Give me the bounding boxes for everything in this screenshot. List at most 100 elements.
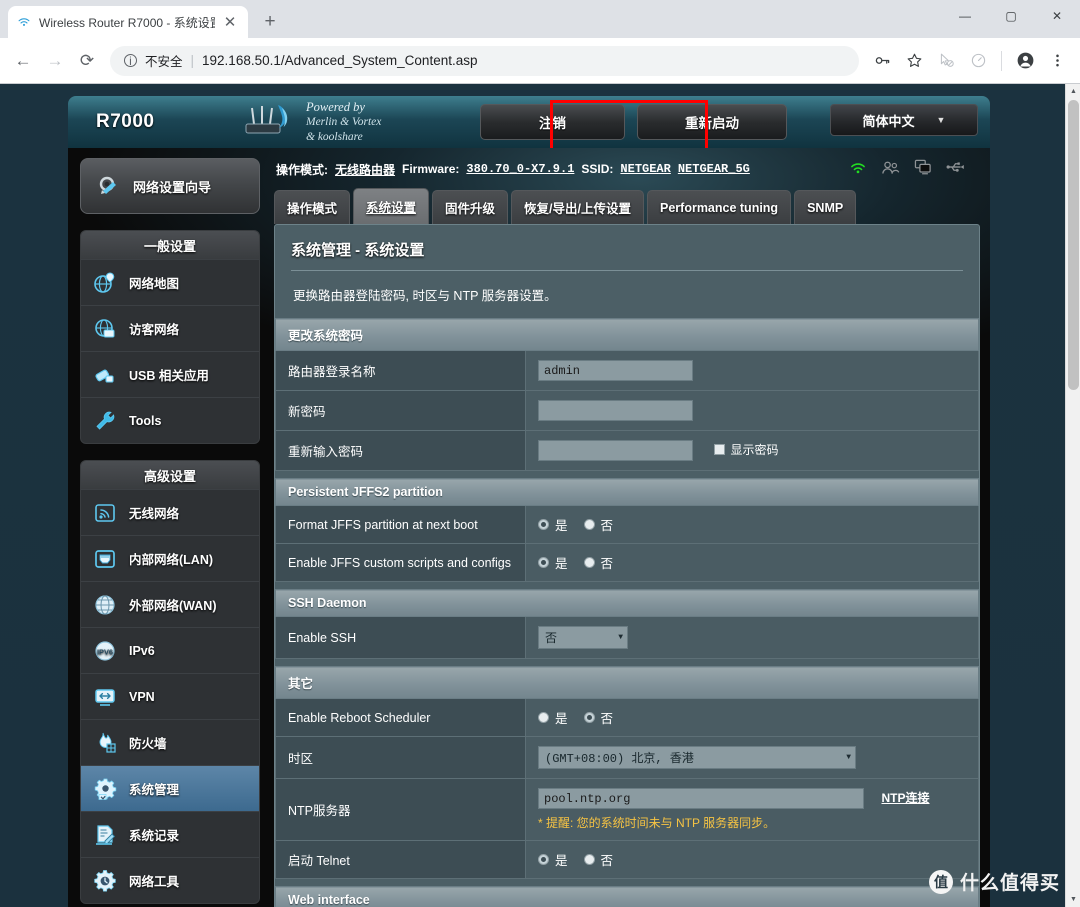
minimize-window-button[interactable]: — <box>942 0 988 32</box>
sidebar-item-label: 系统管理 <box>129 783 180 797</box>
sidebar-item-firewall[interactable]: 防火墙 <box>81 719 259 765</box>
browser-tab[interactable]: Wireless Router R7000 - 系统设置 ✕ <box>8 6 248 38</box>
tab-label: Performance tuning <box>660 200 779 215</box>
wizard-gear-icon <box>95 172 123 200</box>
three-dot-menu-icon[interactable] <box>1042 46 1072 76</box>
vertical-scrollbar[interactable]: ▲ ▼ <box>1065 84 1080 907</box>
close-tab-icon[interactable]: ✕ <box>222 15 238 30</box>
radio-no-label: 否 <box>600 519 614 533</box>
page-title: 系统管理 - 系统设置 <box>291 239 963 271</box>
wifi-signal-icon[interactable] <box>849 160 867 179</box>
tab-operation-mode[interactable]: 操作模式 <box>274 190 351 224</box>
new-password-input[interactable] <box>538 400 693 421</box>
sidebar-item-label: 防火墙 <box>129 737 167 751</box>
url-text: 192.168.50.1/Advanced_System_Content.asp <box>202 53 478 68</box>
reboot-button[interactable]: 重新启动 <box>637 104 787 140</box>
language-selector[interactable]: 简体中文 ▼ <box>830 104 978 136</box>
powered-line-2: Merlin & Vortex <box>306 116 382 129</box>
settings-panel: 系统管理 - 系统设置 更换路由器登陆密码, 时区与 NTP 服务器设置。 更改… <box>274 224 980 907</box>
row-label: 启动 Telnet <box>275 840 526 879</box>
scroll-up-arrow[interactable]: ▲ <box>1066 84 1080 99</box>
sidebar-item-label: 无线网络 <box>129 507 180 521</box>
ntp-connect-link[interactable]: NTP连接 <box>881 791 929 805</box>
scroll-down-arrow[interactable]: ▼ <box>1066 892 1080 907</box>
sidebar-item-ipv6[interactable]: IPV6 IPv6 <box>81 627 259 673</box>
radio-yes[interactable] <box>538 519 549 530</box>
router-login-name-input[interactable] <box>538 360 693 381</box>
ssid-5g-value[interactable]: NETGEAR_5G <box>678 162 750 176</box>
powered-by-block: Powered by Merlin & Vortex & koolshare <box>238 100 468 144</box>
sidebar-item-lan[interactable]: 内部网络(LAN) <box>81 535 259 581</box>
tab-restore-export-upload[interactable]: 恢复/导出/上传设置 <box>511 190 644 224</box>
radio-no[interactable] <box>583 519 595 530</box>
usb-icon[interactable] <box>946 160 966 178</box>
tab-firmware-upgrade[interactable]: 固件升级 <box>432 190 509 224</box>
sidebar-item-tools[interactable]: Tools <box>81 397 259 443</box>
tab-snmp[interactable]: SNMP <box>794 190 857 224</box>
users-icon[interactable] <box>881 160 900 179</box>
sidebar-group-general-title: 一般设置 <box>81 231 259 259</box>
radio-yes[interactable] <box>538 854 549 865</box>
firmware-version[interactable]: 380.70_0-X7.9.1 <box>466 162 574 176</box>
sidebar-item-usb-application[interactable]: USB 相关应用 <box>81 351 259 397</box>
sidebar-item-vpn[interactable]: VPN <box>81 673 259 719</box>
sidebar-item-system-log[interactable]: 系统记录 <box>81 811 259 857</box>
router-ui-frame: R7000 Powered by Merlin & Vortex & kools… <box>68 96 990 907</box>
tab-label: SNMP <box>807 200 844 215</box>
radio-yes[interactable] <box>538 557 549 568</box>
reload-button[interactable]: ⟳ <box>72 46 102 76</box>
tab-label: 系统设置 <box>366 201 417 215</box>
radio-no[interactable] <box>583 854 595 865</box>
wan-globe-icon <box>91 591 119 619</box>
key-icon[interactable] <box>867 46 897 76</box>
enable-telnet-radio-group[interactable]: 是 否 <box>538 850 966 869</box>
row-ntp-server: NTP服务器 NTP连接 * 提醒: 您的系统时间未与 NTP 服务器同步。 <box>275 778 979 841</box>
new-tab-button[interactable]: + <box>256 8 284 36</box>
retype-password-input[interactable] <box>538 440 693 461</box>
sidebar-item-network-map[interactable]: 网络地图 <box>81 259 259 305</box>
timezone-select[interactable]: (GMT+08:00) 北京, 香港 <box>538 746 856 769</box>
tab-system-settings[interactable]: 系统设置 <box>353 188 430 224</box>
close-window-button[interactable]: ✕ <box>1034 0 1080 32</box>
forward-button[interactable]: → <box>40 46 70 76</box>
show-password-checkbox[interactable] <box>714 443 726 455</box>
enable-jffs-scripts-radio-group[interactable]: 是 否 <box>538 553 966 572</box>
back-button[interactable]: ← <box>8 46 38 76</box>
format-jffs-radio-group[interactable]: 是 否 <box>538 515 966 534</box>
sidebar-item-wizard[interactable]: 网络设置向导 <box>80 158 260 214</box>
show-password-control[interactable]: 显示密码 <box>714 443 779 457</box>
sidebar-item-network-tools[interactable]: 网络工具 <box>81 857 259 903</box>
row-value: 是 否 <box>525 698 979 737</box>
site-info-icon[interactable]: i <box>124 54 137 67</box>
tab-performance-tuning[interactable]: Performance tuning <box>647 190 792 224</box>
sidebar-item-wan[interactable]: 外部网络(WAN) <box>81 581 259 627</box>
sidebar-item-guest-network[interactable]: 访客网络 <box>81 305 259 351</box>
logout-button[interactable]: 注销 <box>480 104 625 140</box>
window-controls: — ▢ ✕ <box>942 0 1080 38</box>
cursor-blocked-icon[interactable] <box>931 46 961 76</box>
address-bar[interactable]: i 不安全 | 192.168.50.1/Advanced_System_Con… <box>110 45 859 76</box>
radio-no[interactable] <box>583 712 595 723</box>
ipv6-icon: IPV6 <box>91 637 119 665</box>
sidebar-item-wireless[interactable]: 无线网络 <box>81 489 259 535</box>
profile-avatar-icon[interactable] <box>1010 46 1040 76</box>
page-description: 更换路由器登陆密码, 时区与 NTP 服务器设置。 <box>293 289 557 303</box>
radio-no[interactable] <box>583 557 595 568</box>
maximize-window-button[interactable]: ▢ <box>988 0 1034 32</box>
sidebar-item-administration[interactable]: 系统管理 <box>81 765 259 811</box>
row-value: 是 否 <box>525 543 979 582</box>
language-label: 简体中文 <box>862 113 915 129</box>
speedometer-icon[interactable] <box>963 46 993 76</box>
ntp-sync-warning: * 提醒: 您的系统时间未与 NTP 服务器同步。 <box>538 816 776 830</box>
radio-yes[interactable] <box>538 712 549 723</box>
scrollbar-thumb[interactable] <box>1068 100 1079 390</box>
lan-icon <box>91 545 119 573</box>
svg-text:IPV6: IPV6 <box>97 647 113 656</box>
ntp-server-input[interactable] <box>538 788 864 809</box>
reboot-scheduler-radio-group[interactable]: 是 否 <box>538 708 966 727</box>
ssid-2g-value[interactable]: NETGEAR <box>620 162 670 176</box>
bookmark-star-icon[interactable] <box>899 46 929 76</box>
operation-mode-value[interactable]: 无线路由器 <box>335 161 395 178</box>
devices-icon[interactable] <box>914 159 932 179</box>
enable-ssh-select[interactable]: 否 <box>538 626 628 649</box>
